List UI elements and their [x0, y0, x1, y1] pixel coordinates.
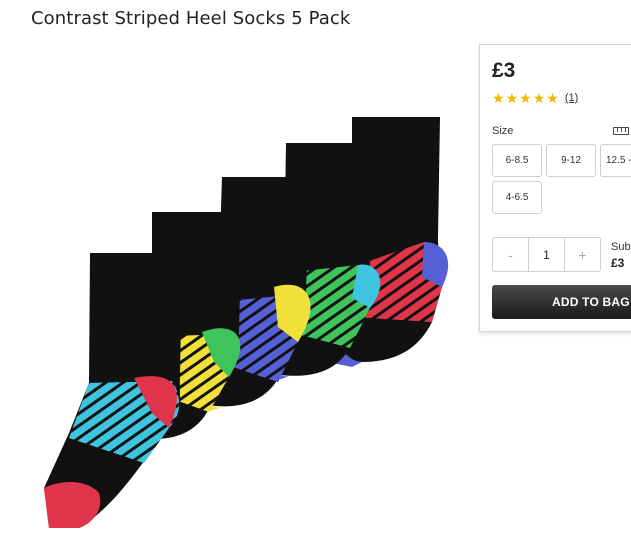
subtotal-label: Subt [611, 241, 631, 253]
star-icon: ★ [505, 90, 519, 106]
size-option-6-8.5[interactable]: 6-8.5 [492, 144, 542, 177]
subtotal-value: £3 [611, 256, 625, 270]
quantity-increase-button[interactable]: + [565, 238, 600, 271]
quantity-decrease-button[interactable]: - [493, 238, 528, 271]
product-title: Contrast Striped Heel Socks 5 Pack [31, 8, 351, 29]
product-image [44, 117, 449, 528]
quantity-stepper: - 1 + [492, 237, 601, 272]
size-option-12.5[interactable]: 12.5 - [600, 144, 631, 177]
purchase-panel: £3 ★ ★ ★ ★ ★ (1) Size 6-8.5 9-12 12.5 - … [479, 44, 631, 332]
size-label: Size [492, 125, 514, 137]
quantity-input[interactable]: 1 [528, 238, 565, 271]
star-rating[interactable]: ★ ★ ★ ★ ★ (1) [492, 91, 578, 105]
price: £3 [492, 59, 516, 82]
star-icon: ★ [532, 90, 546, 106]
star-icon: ★ [546, 90, 559, 106]
review-count-link[interactable]: (1) [565, 92, 578, 104]
sock-1 [44, 253, 182, 528]
ruler-icon[interactable] [613, 127, 629, 135]
star-icon: ★ [492, 90, 505, 106]
star-icon: ★ [519, 90, 532, 106]
size-option-4-6.5[interactable]: 4-6.5 [492, 181, 542, 214]
size-option-9-12[interactable]: 9-12 [546, 144, 596, 177]
add-to-bag-button[interactable]: ADD TO BAG [492, 285, 631, 319]
